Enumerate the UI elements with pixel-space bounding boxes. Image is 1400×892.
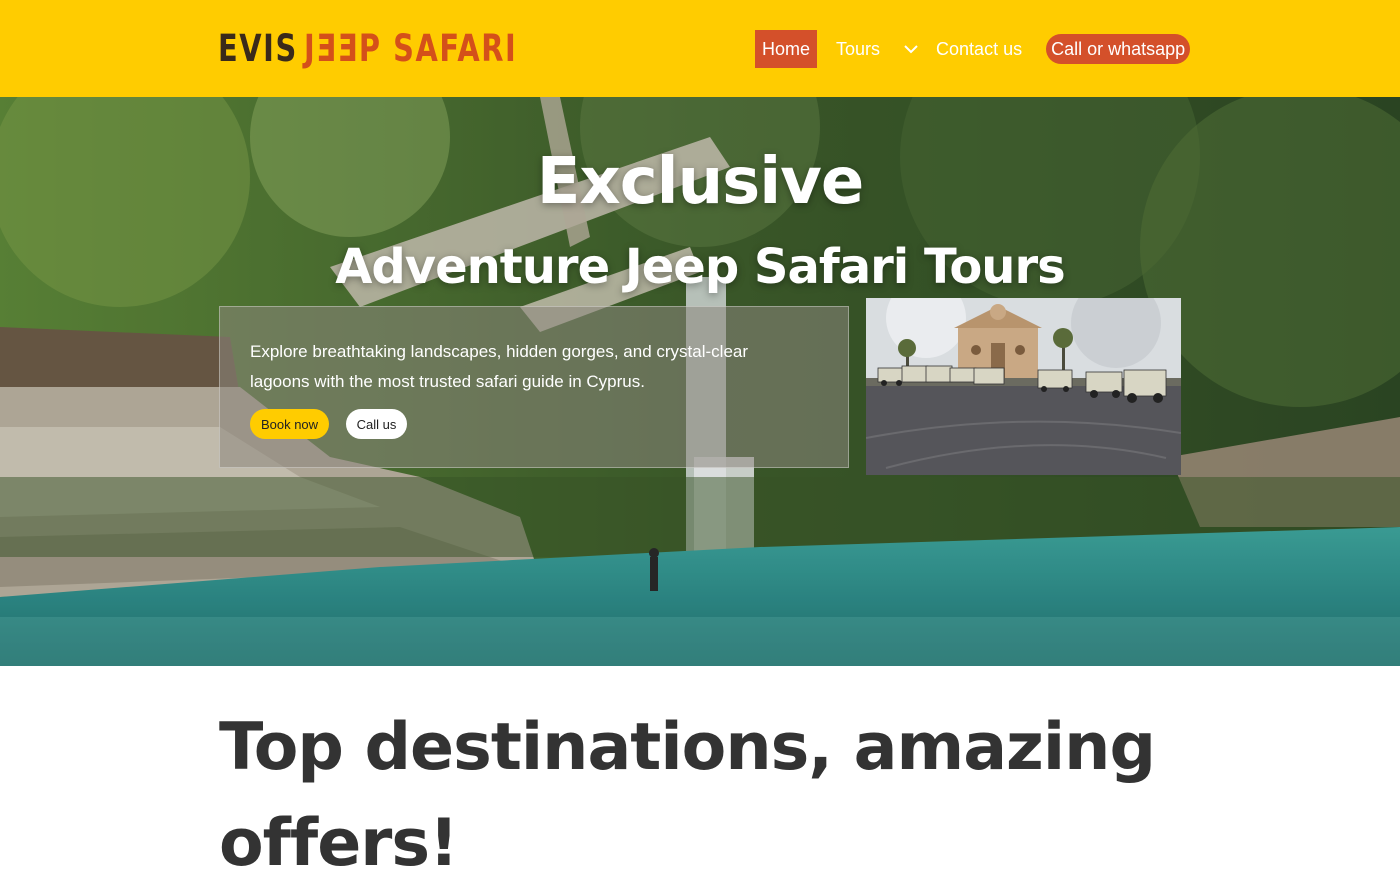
hero-title: Exclusive (536, 145, 865, 219)
site-header: EVIS JƎƎP SAFARI Home Tours Contact us C… (0, 0, 1400, 97)
nav-contact[interactable]: Contact us (936, 39, 1022, 60)
chevron-down-icon[interactable] (902, 40, 920, 58)
call-us-button[interactable]: Call us (346, 409, 407, 439)
site-logo[interactable]: EVIS JƎƎP SAFARI (218, 26, 578, 70)
hero-info-card: Explore breathtaking landscapes, hidden … (219, 306, 849, 468)
nav-tours[interactable]: Tours (836, 39, 880, 60)
hero-subtitle: Adventure Jeep Safari Tours (335, 239, 1065, 295)
nav-home[interactable]: Home (755, 30, 818, 68)
jeep-fleet-image (866, 298, 1181, 475)
logo-word-evis: EVIS (218, 26, 298, 70)
book-now-button[interactable]: Book now (250, 409, 329, 439)
hero-section: Exclusive Adventure Jeep Safari Tours Ex… (0, 97, 1400, 666)
main-nav: Home Tours Contact us Call or whatsapp (755, 30, 1191, 68)
section-heading-top-destinations: Top destinations, amazing offers! (219, 710, 1156, 881)
hero-description: Explore breathtaking landscapes, hidden … (250, 342, 749, 391)
nav-call-whatsapp-button[interactable]: Call or whatsapp (1046, 34, 1191, 64)
logo-word-jeep-safari: JƎƎP SAFARI (304, 26, 518, 70)
